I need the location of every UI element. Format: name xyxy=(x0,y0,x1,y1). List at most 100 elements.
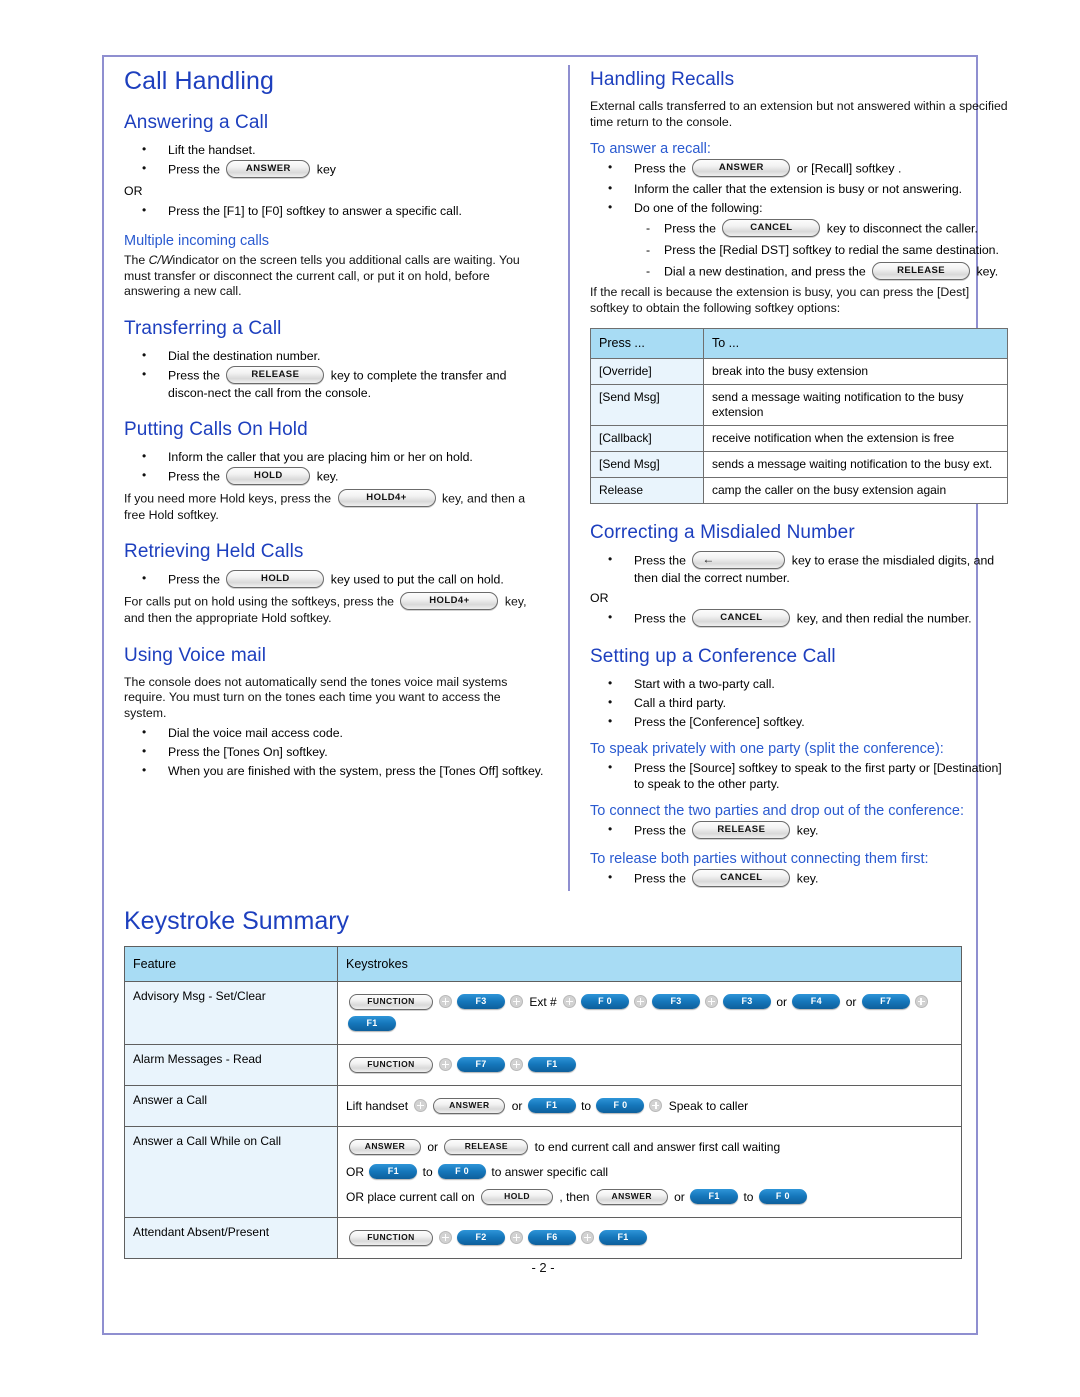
list-item: Press the [Source] softkey to speak to t… xyxy=(590,759,1008,792)
keystroke-summary-section: Keystroke Summary Feature Keystrokes Adv… xyxy=(124,907,962,1259)
table-row: [Callback] receive notification when the… xyxy=(590,425,1008,452)
softkey-f7[interactable]: F7 xyxy=(457,1057,505,1073)
voicemail-list: Dial the voice mail access code. Press t… xyxy=(124,724,544,779)
document-page: Call Handling Answering a Call Lift the … xyxy=(102,55,1008,1335)
function-key[interactable]: FUNCTION xyxy=(349,1229,433,1246)
function-key[interactable]: FUNCTION xyxy=(349,1056,433,1073)
table-row: Attendant Absent/Present FUNCTION F2 F6 F1 xyxy=(124,1217,962,1259)
release-key[interactable]: RELEASE xyxy=(692,821,791,839)
list-item: Press the ANSWER or [Recall] softkey . xyxy=(590,159,1008,178)
table-row: [Send Msg] send a message waiting notifi… xyxy=(590,384,1008,426)
cancel-key[interactable]: CANCEL xyxy=(722,219,821,237)
cell-press: [Send Msg] xyxy=(590,451,704,478)
answer-key[interactable]: ANSWER xyxy=(226,160,311,178)
backspace-arrow-key[interactable]: ← xyxy=(692,551,786,569)
dash-text: Press the xyxy=(664,221,716,236)
function-key[interactable]: FUNCTION xyxy=(349,993,433,1010)
cell-keystrokes: ANSWER or RELEASE to end current call an… xyxy=(337,1126,962,1218)
list-item: Press the HOLD key used to put the call … xyxy=(124,570,544,589)
keystroke-line: OR F1 to F 0 to answer specific call xyxy=(346,1161,953,1183)
keystroke-text: OR xyxy=(346,1165,368,1179)
cancel-key[interactable]: CANCEL xyxy=(692,609,791,627)
keystroke-line: Lift handset ANSWER or F1 to F 0 Speak t… xyxy=(346,1095,953,1117)
plus-separator-icon xyxy=(510,1058,523,1072)
hold4plus-key[interactable]: HOLD4+ xyxy=(400,592,499,610)
speak-privately-list: Press the [Source] softkey to speak to t… xyxy=(590,759,1008,792)
cell-feature: Answer a Call xyxy=(124,1085,338,1127)
keystroke-text: , then xyxy=(556,1190,593,1204)
list-item: Press the [Tones On] softkey. xyxy=(124,743,544,760)
softkey-f1[interactable]: F1 xyxy=(369,1164,418,1180)
dash-text-post: key. xyxy=(976,264,999,279)
column-header-feature: Feature xyxy=(124,946,338,982)
hold-key[interactable]: HOLD xyxy=(226,570,325,588)
plus-separator-icon xyxy=(914,995,928,1009)
softkey-f7[interactable]: F7 xyxy=(861,994,910,1010)
subsection-heading-multiple-incoming-calls: Multiple incoming calls xyxy=(124,233,270,249)
softkey-f6[interactable]: F6 xyxy=(528,1230,576,1246)
hold-key[interactable]: HOLD xyxy=(226,466,311,485)
softkey-f1[interactable]: F1 xyxy=(527,1098,576,1114)
answering-a-call-list: Lift the handset. Press the ANSWER key xyxy=(124,141,544,179)
keystroke-line: OR place current call on HOLD , then ANS… xyxy=(346,1186,953,1208)
release-key[interactable]: RELEASE xyxy=(872,262,971,280)
list-item: Press the ← key to erase the misdialed d… xyxy=(590,551,1008,586)
softkey-f1[interactable]: F1 xyxy=(528,1057,576,1073)
softkey-f0[interactable]: F 0 xyxy=(581,994,630,1010)
softkey-f3[interactable]: F3 xyxy=(723,994,772,1010)
list-item: Call a third party. xyxy=(590,694,1008,711)
softkey-f0[interactable]: F 0 xyxy=(596,1098,645,1114)
table-row: [Send Msg] sends a message waiting notif… xyxy=(590,451,1008,478)
section-heading-handling-recalls: Handling Recalls xyxy=(590,69,735,90)
release-key[interactable]: RELEASE xyxy=(444,1138,529,1155)
answer-key[interactable]: ANSWER xyxy=(433,1097,506,1114)
softkey-f0[interactable]: F 0 xyxy=(758,1189,807,1205)
or-label: OR xyxy=(124,184,143,198)
hold-key[interactable]: HOLD xyxy=(481,1188,554,1205)
bullet-text-post: key used to put the call on hold. xyxy=(330,572,504,587)
table-row: Answer a Call While on Call ANSWER or REL… xyxy=(124,1126,962,1218)
text-pre: The xyxy=(124,253,149,267)
hold4plus-key[interactable]: HOLD4+ xyxy=(337,488,436,507)
plus-separator-icon xyxy=(510,1231,523,1245)
softkey-f1[interactable]: F1 xyxy=(599,1230,647,1246)
recall-sub-actions: Press the CANCEL key to disconnect the c… xyxy=(634,219,1008,281)
note-pre: If you need more Hold keys, press the xyxy=(124,490,332,505)
answer-key[interactable]: ANSWER xyxy=(692,159,791,177)
table-row: [Override] break into the busy extension xyxy=(590,358,1008,385)
softkey-f4[interactable]: F4 xyxy=(792,994,841,1010)
keystroke-text: or xyxy=(670,1190,689,1204)
misdialed-list-2: Press the CANCEL key, and then redial th… xyxy=(590,609,1008,628)
table-row: Answer a Call Lift handset ANSWER or F1 … xyxy=(124,1085,962,1127)
cancel-key[interactable]: CANCEL xyxy=(692,869,791,887)
cell-feature: Attendant Absent/Present xyxy=(124,1217,338,1259)
softkey-f3[interactable]: F3 xyxy=(652,994,701,1010)
table-header-row: Feature Keystrokes xyxy=(124,946,962,982)
busy-extension-note: If the recall is because the extension i… xyxy=(590,285,970,315)
text-post: indicator on the screen tells you additi… xyxy=(124,253,520,298)
softkey-f2[interactable]: F2 xyxy=(457,1230,505,1246)
keystroke-text: Lift handset xyxy=(346,1099,412,1113)
answer-key[interactable]: ANSWER xyxy=(349,1138,421,1155)
cell-keystrokes: Lift handset ANSWER or F1 to F 0 Speak t… xyxy=(337,1085,962,1127)
list-item: When you are finished with the system, p… xyxy=(124,762,544,779)
keystroke-text: or xyxy=(773,995,791,1009)
two-column-layout: Call Handling Answering a Call Lift the … xyxy=(124,65,1008,891)
table-row: Advisory Msg - Set/Clear FUNCTION F3 Ext #… xyxy=(124,981,962,1045)
plus-separator-icon xyxy=(439,995,452,1009)
softkey-f1[interactable]: F1 xyxy=(690,1189,739,1205)
subsection-heading-speak-privately: To speak privately with one party (split… xyxy=(590,741,944,757)
keystroke-text: to xyxy=(740,1190,757,1204)
list-item: Press the [Redial DST] softkey to redial… xyxy=(634,242,1008,259)
bullet-text: Press the xyxy=(634,611,686,626)
or-label: OR xyxy=(590,591,609,605)
list-item: Press the [F1] to [F0] softkey to answer… xyxy=(124,202,544,219)
release-key[interactable]: RELEASE xyxy=(226,365,325,384)
answer-key[interactable]: ANSWER xyxy=(595,1188,668,1205)
softkey-f0[interactable]: F 0 xyxy=(438,1164,487,1180)
softkey-f3[interactable]: F3 xyxy=(457,994,505,1010)
cell-press: [Override] xyxy=(590,358,704,385)
bullet-text-post: key. xyxy=(796,823,819,838)
softkey-f1[interactable]: F1 xyxy=(348,1016,396,1032)
bullet-text-post: key. xyxy=(796,871,819,886)
